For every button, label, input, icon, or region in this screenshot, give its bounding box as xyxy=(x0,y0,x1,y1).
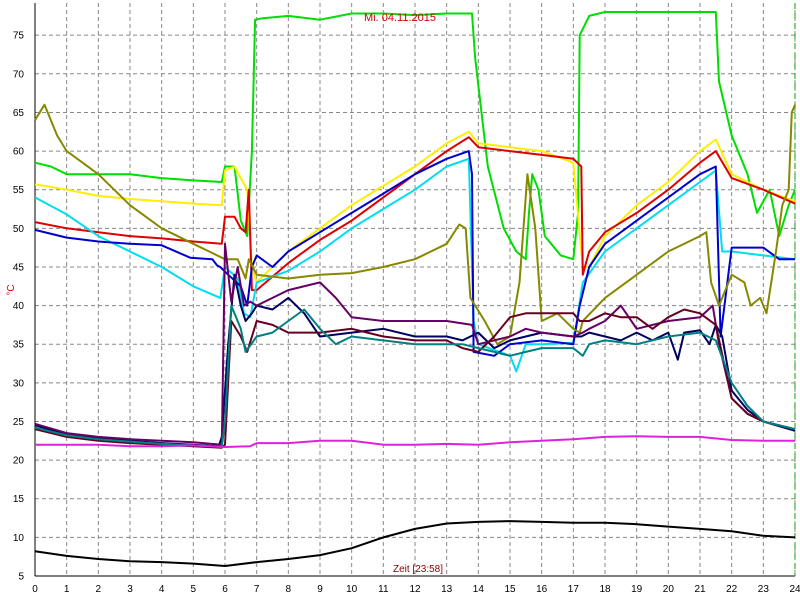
y-tick-label: 65 xyxy=(13,108,25,119)
x-tick-label: 18 xyxy=(599,584,611,595)
x-tick-label: 2 xyxy=(96,584,102,595)
x-tick-label: 15 xyxy=(504,584,516,595)
x-tick-label: 8 xyxy=(286,584,292,595)
x-tick-label: 3 xyxy=(127,584,133,595)
x-tick-label: 16 xyxy=(536,584,548,595)
x-tick-label: 1 xyxy=(64,584,70,595)
y-tick-label: 55 xyxy=(13,185,25,196)
x-axis-label: Zeit [23:58] xyxy=(393,564,443,575)
y-tick-label: 10 xyxy=(13,533,25,544)
x-tick-label: 24 xyxy=(789,584,800,595)
y-tick-label: 15 xyxy=(13,494,25,505)
x-tick-label: 11 xyxy=(378,584,389,595)
x-tick-label: 17 xyxy=(568,584,580,595)
x-tick-label: 23 xyxy=(758,584,770,595)
chart-title: Mi. 04.11.2015 xyxy=(364,12,436,24)
y-tick-label: 35 xyxy=(13,340,25,351)
y-tick-label: 25 xyxy=(13,417,25,428)
x-tick-label: 7 xyxy=(254,584,260,595)
y-tick-label: 75 xyxy=(13,31,25,42)
x-tick-label: 12 xyxy=(409,584,421,595)
x-tick-label: 9 xyxy=(317,584,323,595)
y-tick-labels: 5 10 15 20 25 30 35 40 45 50 55 60 65 70 75 xyxy=(13,31,25,583)
y-tick-label: 5 xyxy=(18,572,24,583)
x-tick-label: 6 xyxy=(222,584,228,595)
x-tick-label: 22 xyxy=(726,584,738,595)
x-tick-label: 0 xyxy=(32,584,38,595)
y-axis-label: °C xyxy=(6,284,17,295)
y-tick-label: 70 xyxy=(13,69,25,80)
x-tick-label: 14 xyxy=(473,584,485,595)
y-tick-label: 45 xyxy=(13,262,25,273)
y-tick-label: 20 xyxy=(13,456,25,467)
x-tick-label: 13 xyxy=(441,584,453,595)
x-tick-label: 20 xyxy=(663,584,675,595)
x-tick-label: 21 xyxy=(694,584,706,595)
x-tick-label: 5 xyxy=(191,584,197,595)
y-tick-label: 60 xyxy=(13,147,25,158)
y-tick-label: 50 xyxy=(13,224,25,235)
x-tick-label: 10 xyxy=(346,584,358,595)
x-tick-label: 19 xyxy=(631,584,643,595)
x-tick-label: 4 xyxy=(159,584,165,595)
chart-background xyxy=(0,0,800,600)
temperature-chart: 0 1 2 3 4 5 6 7 8 9 10 11 12 13 14 15 16 17 18 19 20 21 22 23 24… xyxy=(0,0,800,600)
y-tick-label: 30 xyxy=(13,378,25,389)
y-tick-label: 40 xyxy=(13,301,25,312)
